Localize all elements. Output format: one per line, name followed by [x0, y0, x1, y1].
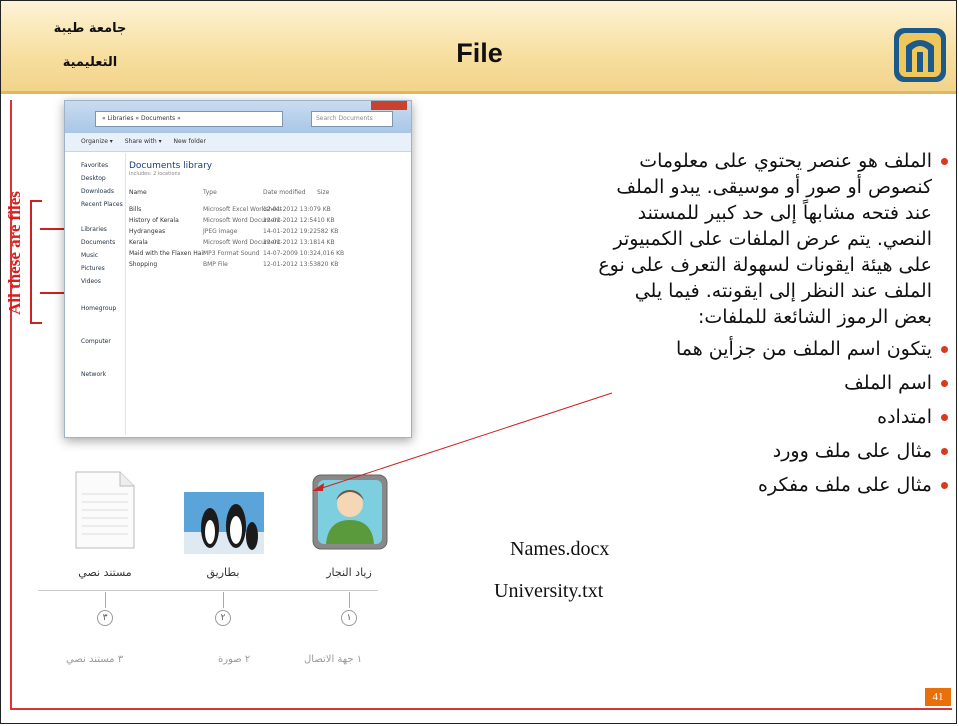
- bullet-line: عند فتحه مشابهاً إلى حد كبير للمستند: [637, 202, 932, 224]
- bullet-name: اسم الملف: [440, 370, 948, 396]
- bullet-notepad-example: مثال على ملف مفكره: [440, 472, 948, 498]
- bullet-line: على هيئة ايقونات لسهولة التعرف على نوع: [598, 254, 932, 276]
- bullet-extension: امتداده: [440, 404, 948, 430]
- bullet-word-example: مثال على ملف وورد: [440, 438, 948, 464]
- bullet-line: كنصوص أو صور أو موسيقى. يبدو الملف: [616, 176, 932, 198]
- notepad-file-name: University.txt: [494, 580, 604, 602]
- bullet-line: النصي. يتم عرض الملفات على الكمبيوتر: [613, 228, 932, 250]
- bullet-parts: يتكون اسم الملف من جزأين هما: [440, 336, 948, 362]
- bullet-main: الملف هو عنصر يحتوي على معلومات كنصوص أو…: [440, 148, 948, 330]
- bullet-line: الملف هو عنصر يحتوي على معلومات: [639, 150, 932, 172]
- bullet-line: الملف عند النظر إلى ايقونته. فيما يلي: [634, 280, 932, 302]
- bullet-list: الملف هو عنصر يحتوي على معلومات كنصوص أو…: [440, 148, 948, 498]
- bullet-line: بعض الرموز الشائعة للملفات:: [697, 306, 932, 328]
- word-file-name: Names.docx: [510, 538, 610, 560]
